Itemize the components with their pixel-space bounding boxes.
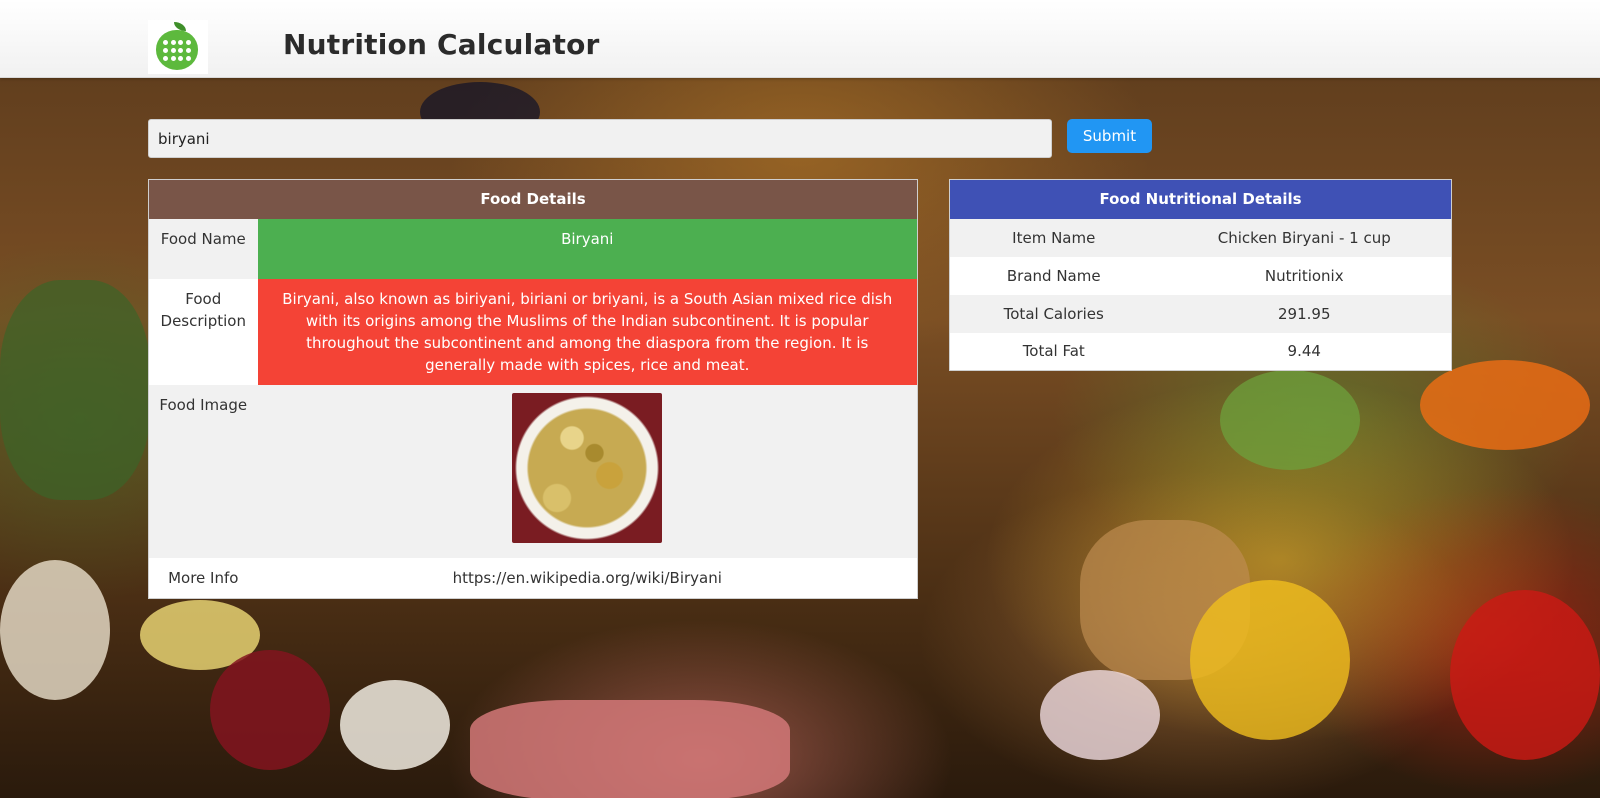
table-row: Food Name Biryani xyxy=(148,218,918,279)
food-image-cell xyxy=(258,385,918,558)
page-title: Nutrition Calculator xyxy=(283,28,600,61)
table-row: Total Calories 291.95 xyxy=(949,294,1452,333)
top-header-bar: Nutrition Calculator xyxy=(0,0,1600,78)
app-logo xyxy=(148,20,208,74)
food-search-input[interactable] xyxy=(148,119,1052,158)
food-name-value: Biryani xyxy=(257,218,918,279)
herbs-decoration xyxy=(0,280,150,500)
table-row: More Info https://en.wikipedia.org/wiki/… xyxy=(148,557,918,599)
food-name-label: Food Name xyxy=(160,229,246,248)
nutritional-details-heading: Food Nutritional Details xyxy=(949,179,1452,219)
more-info-link[interactable]: https://en.wikipedia.org/wiki/Biryani xyxy=(258,558,918,599)
more-info-label: More Info xyxy=(168,568,239,587)
total-fat-label: Total Fat xyxy=(1022,342,1085,361)
table-row: Food Image xyxy=(148,384,918,558)
table-row: Total Fat 9.44 xyxy=(949,332,1452,371)
food-description-value: Biryani, also known as biriyani, biriani… xyxy=(257,278,918,385)
meat-decoration xyxy=(470,700,790,798)
table-row: Food Description Biryani, also known as … xyxy=(148,278,918,385)
total-fat-value: 9.44 xyxy=(1287,342,1321,361)
red-pepper-decoration xyxy=(1450,590,1600,760)
item-name-value: Chicken Biryani - 1 cup xyxy=(1217,228,1391,247)
brand-name-value: Nutritionix xyxy=(1264,266,1344,285)
total-calories-label: Total Calories xyxy=(1003,304,1104,323)
item-name-label: Item Name xyxy=(1012,228,1096,247)
onion-decoration xyxy=(210,650,330,770)
table-row: Brand Name Nutritionix xyxy=(949,256,1452,295)
table-row: Item Name Chicken Biryani - 1 cup xyxy=(949,218,1452,257)
garlic-decoration xyxy=(0,560,110,700)
submit-button[interactable]: Submit xyxy=(1067,119,1152,153)
cabbage-decoration xyxy=(1220,370,1360,470)
yellow-pepper-decoration xyxy=(1190,580,1350,740)
mushroom-decoration xyxy=(340,680,450,770)
biryani-food-image xyxy=(512,392,663,543)
red-onion-slice-decoration xyxy=(1040,670,1160,760)
food-details-heading: Food Details xyxy=(148,179,918,219)
tomato-decoration xyxy=(1420,360,1590,450)
food-image-label: Food Image xyxy=(159,395,248,414)
logo-keypad xyxy=(163,40,191,62)
total-calories-value: 291.95 xyxy=(1278,304,1331,323)
nutritional-details-table: Food Nutritional Details Item Name Chick… xyxy=(949,179,1452,371)
food-details-table: Food Details Food Name Biryani Food Desc… xyxy=(148,179,918,599)
food-description-label: Food Description xyxy=(160,289,246,330)
brand-name-label: Brand Name xyxy=(1006,266,1101,285)
